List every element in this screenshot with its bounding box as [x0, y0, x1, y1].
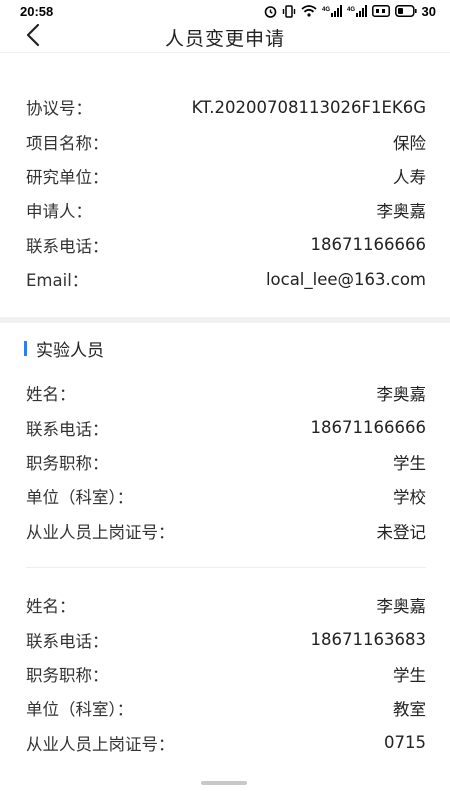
home-indicator[interactable] — [201, 781, 247, 785]
person-row-department: 单位（科室）： 教室 — [0, 691, 450, 725]
person-value: 学生 — [393, 665, 426, 685]
personnel-card: 姓名： 李奥嘉 联系电话： 18671163683 职务职称： 学生 单位（科室… — [0, 588, 450, 760]
signal-icon-2: 4G — [347, 5, 367, 17]
person-value: 李奥嘉 — [376, 597, 427, 617]
info-row-project: 项目名称： 保险 — [0, 124, 450, 158]
wifi-icon — [300, 5, 317, 17]
person-value: 教室 — [393, 700, 426, 720]
person-label: 姓名： — [26, 385, 76, 405]
info-label: 研究单位： — [26, 167, 109, 187]
person-label: 职务职称： — [26, 453, 109, 473]
person-label: 职务职称： — [26, 665, 109, 685]
person-row-title: 职务职称： 学生 — [0, 657, 450, 691]
info-label: Email： — [26, 271, 89, 291]
info-label: 申请人： — [26, 202, 92, 222]
person-label: 从业人员上岗证号： — [26, 522, 175, 542]
info-value: local_lee@163.com — [265, 269, 426, 289]
info-row-phone: 联系电话： 18671166666 — [0, 228, 450, 262]
person-value: 18671166666 — [310, 418, 426, 438]
info-row-agreement: 协议号： KT.20200708113026F1EK6G — [0, 90, 450, 124]
info-value: 李奥嘉 — [376, 202, 427, 222]
person-value: 18671163683 — [310, 630, 426, 650]
battery-icon — [394, 5, 417, 17]
info-row-unit: 研究单位： 人寿 — [0, 159, 450, 193]
status-time: 20:58 — [20, 3, 54, 19]
person-label: 单位（科室）： — [26, 700, 134, 720]
person-row-license: 从业人员上岗证号： 0715 — [0, 726, 450, 760]
svg-text:4G: 4G — [347, 7, 355, 13]
alarm-icon — [264, 5, 277, 18]
section-title: 实验人员 — [24, 336, 104, 361]
person-row-phone: 联系电话： 18671163683 — [0, 622, 450, 656]
status-bar: 20:58 4G 4G 30 — [0, 0, 450, 22]
info-label: 项目名称： — [26, 133, 109, 153]
status-icons: 4G 4G 30 — [264, 4, 436, 19]
person-row-name: 姓名： 李奥嘉 — [0, 376, 450, 410]
info-value: 保险 — [393, 133, 426, 153]
person-label: 联系电话： — [26, 419, 109, 439]
info-label: 联系电话： — [26, 236, 109, 256]
person-divider — [26, 567, 426, 568]
application-info: 协议号： KT.20200708113026F1EK6G 项目名称： 保险 研究… — [0, 90, 450, 296]
person-row-name: 姓名： 李奥嘉 — [0, 588, 450, 622]
battery-level: 30 — [421, 3, 436, 19]
vibrate-icon — [282, 4, 296, 18]
info-row-applicant: 申请人： 李奥嘉 — [0, 193, 450, 227]
screen: 20:58 4G 4G 30 人员变更申请 协议号： KT.2020070811… — [0, 0, 450, 800]
info-value: KT.20200708113026F1EK6G — [191, 97, 426, 117]
section-divider — [0, 317, 450, 323]
signal-icon: 4G — [322, 5, 342, 17]
info-row-email: Email： local_lee@163.com — [0, 262, 450, 296]
section-accent-bar — [24, 341, 27, 356]
person-row-title: 职务职称： 学生 — [0, 445, 450, 479]
person-label: 姓名： — [26, 597, 76, 617]
person-value: 学生 — [393, 453, 426, 473]
person-row-phone: 联系电话： 18671166666 — [0, 410, 450, 444]
person-value: 李奥嘉 — [376, 385, 427, 405]
info-value: 人寿 — [393, 167, 426, 187]
personnel-card: 姓名： 李奥嘉 联系电话： 18671166666 职务职称： 学生 单位（科室… — [0, 376, 450, 548]
person-row-license: 从业人员上岗证号： 未登记 — [0, 514, 450, 548]
person-label: 联系电话： — [26, 631, 109, 651]
page-title: 人员变更申请 — [164, 28, 285, 50]
app-header: 人员变更申请 — [0, 22, 450, 53]
person-value: 未登记 — [376, 522, 427, 542]
person-row-department: 单位（科室）： 学校 — [0, 479, 450, 513]
person-label: 单位（科室）： — [26, 488, 134, 508]
svg-text:4G: 4G — [322, 7, 330, 13]
info-value: 18671166666 — [310, 235, 426, 255]
info-label: 协议号： — [26, 99, 92, 119]
person-label: 从业人员上岗证号： — [26, 734, 175, 754]
person-value: 0715 — [384, 733, 426, 753]
person-value: 学校 — [393, 488, 426, 508]
hd-icon — [371, 5, 390, 17]
section-title-text: 实验人员 — [36, 341, 104, 361]
